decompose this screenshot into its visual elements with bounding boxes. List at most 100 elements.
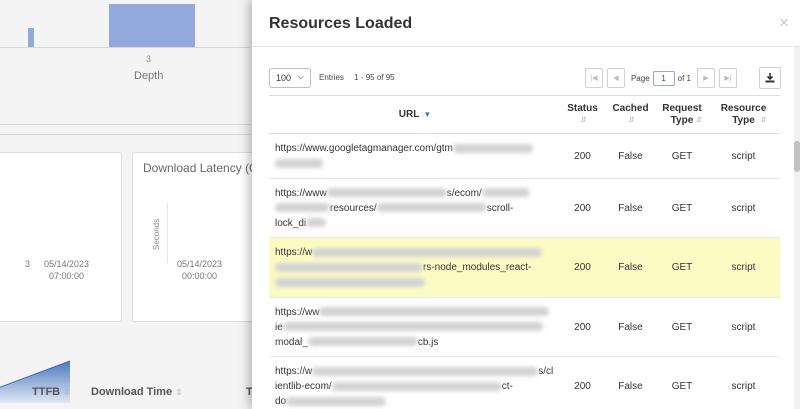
page-number-input[interactable]: 1 — [652, 70, 675, 86]
redacted-text — [275, 203, 330, 213]
column-label: URL — [398, 108, 420, 120]
redacted-text — [306, 218, 327, 228]
resource-type-cell: script — [731, 381, 756, 392]
section-divider — [0, 134, 250, 135]
cached-cell: False — [618, 202, 643, 214]
x-tick-date: 05/14/2023 — [44, 259, 90, 269]
table-row-highlighted[interactable]: https://w rs-node_modules_react- 200 Fals… — [269, 238, 780, 298]
redacted-text — [286, 396, 387, 406]
column-download-time[interactable]: Download Time ⇳ — [91, 386, 183, 398]
x-tick-time: 00:00:00 — [182, 271, 218, 281]
request-type-cell: GET — [671, 381, 693, 392]
column-url[interactable]: URL ▼ — [269, 96, 561, 133]
request-type-cell: GET — [671, 321, 693, 333]
redacted-text — [326, 188, 447, 198]
depth-tick-label: 3 — [146, 54, 152, 64]
chevron-right-icon: ▶ — [703, 75, 709, 82]
url-text: rs-node_modules_react- — [423, 262, 532, 273]
url-text: s/ecom/ — [446, 187, 482, 199]
chart-card-left: 3 05/14/2023 07:00:00 — [0, 152, 122, 403]
prev-page-button[interactable]: ◀ — [606, 68, 625, 88]
modal-title: Resources Loaded — [269, 15, 413, 32]
column-label: Download Time — [91, 386, 173, 398]
depth-axis-label: Depth — [134, 70, 164, 82]
table-toolbar: 100 ⌵ Entries 1 - 95 of 95 |◀ ◀ Page 1 o… — [269, 67, 781, 89]
url-cell: https://ww ie modal_ cb.js — [269, 298, 561, 356]
url-text: ct- — [501, 381, 513, 392]
redacted-text — [312, 247, 543, 257]
next-page-button[interactable]: ▶ — [697, 68, 715, 88]
axis-line — [0, 47, 250, 48]
redacted-text — [319, 307, 550, 317]
first-page-button[interactable]: |◀ — [584, 68, 603, 88]
cached-cell: False — [618, 262, 643, 273]
chevron-left-icon: ◀ — [613, 75, 619, 82]
redacted-text — [376, 203, 487, 213]
status-cell: 200 — [574, 321, 591, 333]
last-page-icon: ▶| — [724, 75, 732, 82]
modal-scrollbar[interactable] — [794, 47, 800, 409]
y-axis-label: Seconds — [152, 218, 161, 250]
url-text: s/cl — [538, 366, 554, 377]
url-text: https://www.googletagmanager.com/gtm — [275, 143, 453, 154]
sort-icon: ⇵ — [760, 116, 767, 124]
sort-icon: ⇵ — [628, 116, 635, 124]
entries-summary: Entries 1 - 95 of 95 — [319, 73, 395, 82]
column-ttfb[interactable]: TTFB ⇳ — [32, 386, 71, 398]
column-request-type[interactable]: Request Type ⇵ — [657, 96, 707, 133]
redacted-text — [331, 381, 502, 391]
table-header: URL ▼ Status ⇵ Cached ⇵ Request Type ⇵ Reso… — [269, 95, 780, 134]
status-cell: 200 — [574, 150, 591, 162]
chevron-down-icon: ⌵ — [297, 72, 304, 81]
redacted-text — [481, 188, 530, 198]
url-text: do — [275, 396, 287, 407]
table-row[interactable]: https://ww ie modal_ cb.js 200 False GET sc… — [269, 298, 780, 357]
redacted-text — [307, 337, 418, 347]
table-row[interactable]: https://www s/ecom/resources/scroll-lock_… — [269, 179, 780, 238]
x-tick-label: 05/14/2023 00:00:00 — [177, 258, 222, 282]
download-button[interactable] — [759, 67, 781, 89]
request-type-cell: GET — [671, 150, 693, 162]
table-row[interactable]: https://w s/cl ientlib-ecom/ct-do 200 Fals… — [269, 357, 780, 409]
first-page-icon: |◀ — [590, 75, 598, 82]
url-cell: https://w rs-node_modules_react- — [269, 238, 561, 297]
close-icon[interactable]: × — [779, 13, 789, 33]
sort-icon: ⇳ — [175, 387, 183, 397]
column-cached[interactable]: Cached ⇵ — [604, 96, 657, 133]
card-title: Download Latency (C — [143, 161, 258, 175]
x-tick-stub: 3 — [25, 259, 31, 269]
redacted-text — [312, 366, 539, 376]
resource-type-cell: script — [731, 321, 756, 333]
cached-cell: False — [618, 150, 643, 162]
table-row[interactable]: https://www.googletagmanager.com/gtm 200… — [269, 134, 780, 179]
redacted-text — [275, 158, 323, 168]
resource-type-cell: script — [731, 202, 756, 214]
column-label: TTFB — [32, 386, 61, 398]
column-resource-type[interactable]: Resource Type ⇵ — [707, 96, 780, 133]
resource-type-cell: script — [731, 150, 756, 162]
redacted-text — [275, 262, 423, 272]
redacted-text — [275, 277, 425, 287]
last-page-button[interactable]: ▶| — [719, 68, 737, 88]
url-cell: https://www s/ecom/resources/scroll-lock_… — [269, 179, 561, 237]
column-status[interactable]: Status ⇵ — [561, 96, 604, 133]
cached-cell: False — [618, 381, 643, 392]
entries-per-page-select[interactable]: 100 ⌵ — [269, 68, 311, 88]
url-cell: https://w s/cl ientlib-ecom/ct-do — [269, 357, 561, 409]
url-text: https://w — [275, 366, 313, 377]
section-divider — [0, 124, 250, 125]
url-text: https://www — [275, 187, 327, 199]
url-text: scroll- — [486, 202, 514, 214]
sort-icon: ⇳ — [63, 387, 71, 397]
modal-header: Resources Loaded × — [252, 0, 800, 47]
url-text: modal_ — [275, 336, 308, 348]
column-label: Status — [567, 102, 598, 114]
sort-icon: ⇵ — [696, 116, 702, 124]
redacted-text — [452, 143, 533, 153]
scrollbar-thumb[interactable] — [794, 141, 800, 172]
cached-cell: False — [618, 321, 643, 333]
url-text: cb.js — [417, 336, 439, 348]
url-text: resources/ — [330, 202, 377, 214]
entries-range: 1 - 95 of 95 — [354, 73, 395, 82]
page-count: of 1 — [677, 73, 691, 83]
